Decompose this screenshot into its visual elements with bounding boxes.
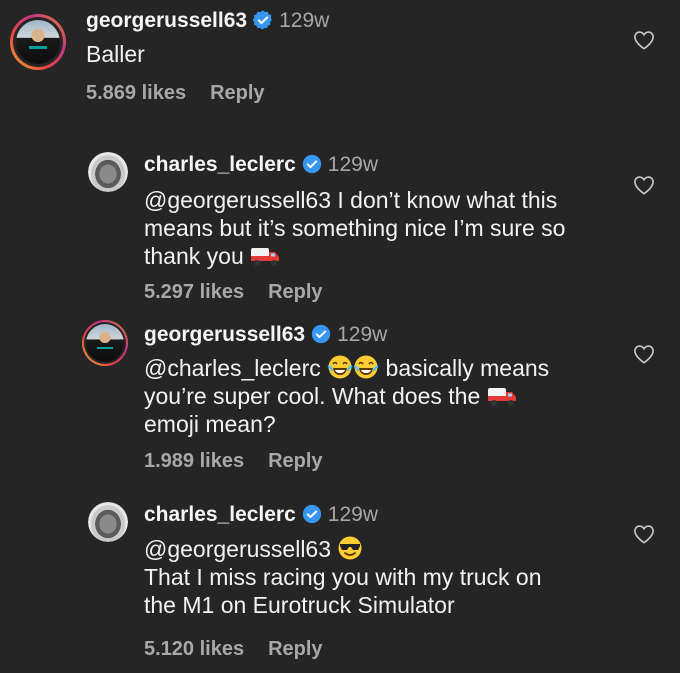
heart-icon[interactable]	[633, 344, 655, 364]
verified-badge-icon	[253, 10, 272, 30]
mention-link[interactable]: @charles_leclerc	[144, 355, 321, 381]
comment-text: @charles_leclerc basically means you’re …	[144, 354, 624, 438]
avatar-georgerussell63[interactable]	[82, 320, 128, 366]
text-line: @georgerussell63 I don’t know what this	[144, 187, 558, 213]
verified-badge-icon	[302, 504, 321, 524]
heart-icon[interactable]	[633, 30, 655, 50]
text-line: That I miss racing you with my truck on	[144, 564, 542, 590]
laughing-tears-emoji	[327, 355, 353, 379]
likes-count[interactable]: 5.869 likes	[86, 82, 186, 104]
username-link[interactable]: charles_leclerc	[144, 153, 296, 176]
avatar-georgerussell63[interactable]	[10, 14, 66, 70]
text-line: emoji mean?	[144, 411, 276, 437]
verified-badge-icon	[302, 154, 321, 174]
username-link[interactable]: charles_leclerc	[144, 503, 296, 526]
text-line: the M1 on Eurotruck Simulator	[144, 592, 455, 618]
comment-time: 129w	[279, 9, 330, 32]
profile-photo	[16, 20, 60, 64]
comment-header: charles_leclerc 129w	[144, 152, 378, 178]
reply-button[interactable]: Reply	[268, 638, 322, 660]
heart-icon[interactable]	[633, 524, 655, 544]
comment-header: charles_leclerc 129w	[144, 502, 378, 528]
text-line: means but it’s something nice I’m sure s…	[144, 215, 566, 241]
laughing-tears-emoji	[353, 355, 379, 379]
comment-header: georgerussell63 129w	[86, 8, 329, 34]
profile-photo	[86, 324, 124, 362]
username-link[interactable]: georgerussell63	[86, 9, 247, 32]
text-line: basically means	[385, 355, 550, 381]
reply-button[interactable]: Reply	[268, 281, 322, 303]
delivery-truck-emoji	[487, 388, 516, 406]
profile-photo	[88, 152, 128, 192]
comment-text: @georgerussell63 That I miss racing you …	[144, 535, 614, 619]
reply-button[interactable]: Reply	[268, 450, 322, 472]
profile-photo	[88, 502, 128, 542]
sunglasses-emoji	[338, 536, 362, 560]
likes-count[interactable]: 1.989 likes	[144, 450, 244, 472]
comment-time: 129w	[327, 503, 378, 526]
text-line: thank you	[144, 243, 244, 269]
username-link[interactable]: georgerussell63	[144, 323, 305, 346]
avatar-charles_leclerc[interactable]	[88, 152, 128, 192]
comment-time: 129w	[337, 323, 388, 346]
comment-meta: 5.869 likes Reply	[86, 81, 265, 105]
likes-count[interactable]: 5.120 likes	[144, 638, 244, 660]
comment-meta: 5.297 likes Reply	[144, 280, 323, 304]
comment-meta: 5.120 likes Reply	[144, 637, 323, 661]
text-line: you’re super cool. What does the	[144, 383, 481, 409]
heart-icon[interactable]	[633, 175, 655, 195]
comment-meta: 1.989 likes Reply	[144, 449, 323, 473]
comment-header: georgerussell63 129w	[144, 322, 387, 348]
comment-text: Baller	[86, 41, 145, 67]
reply-button[interactable]: Reply	[210, 82, 264, 104]
delivery-truck-emoji	[251, 248, 280, 266]
verified-badge-icon	[311, 324, 331, 344]
comment-time: 129w	[327, 153, 378, 176]
mention-link[interactable]: @georgerussell63	[144, 536, 331, 562]
comment-text: @georgerussell63 I don’t know what this …	[144, 186, 614, 270]
avatar-charles_leclerc[interactable]	[88, 502, 128, 542]
likes-count[interactable]: 5.297 likes	[144, 281, 244, 303]
